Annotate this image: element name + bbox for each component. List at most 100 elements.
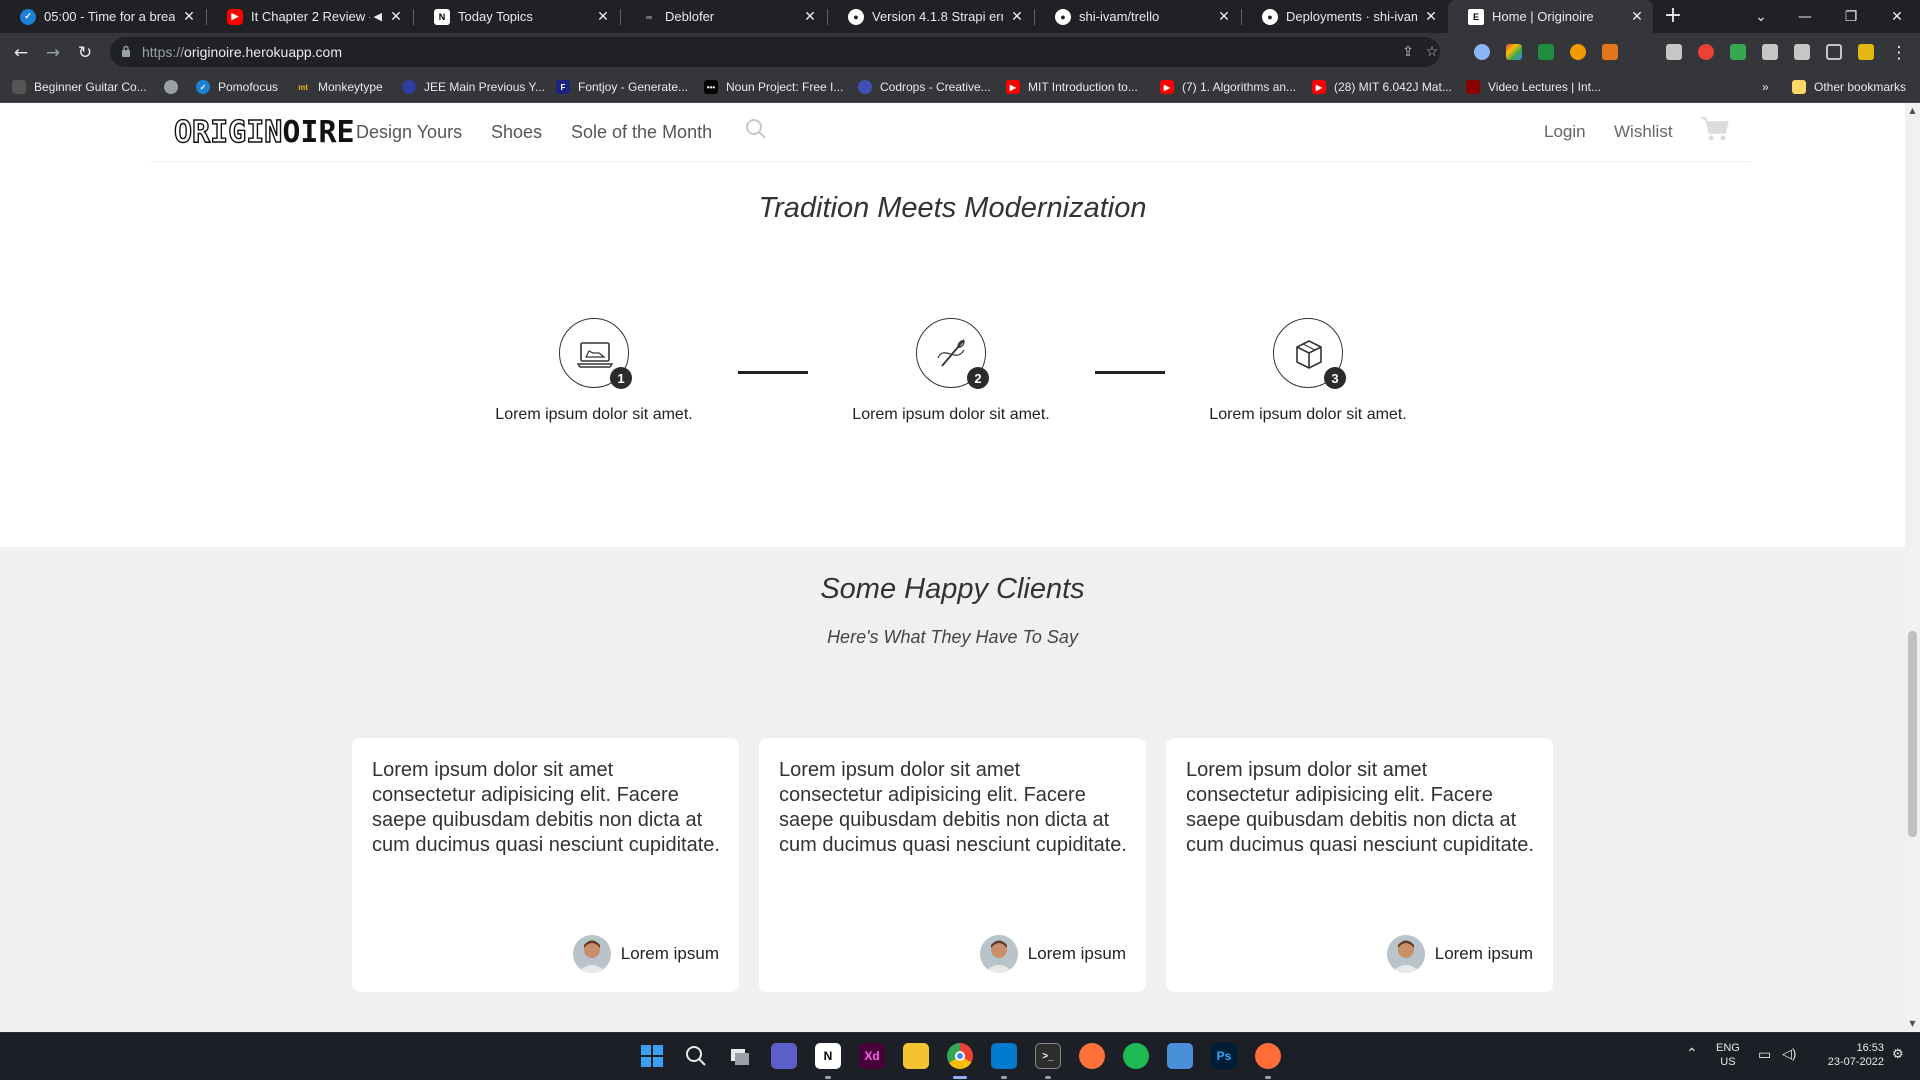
nav-design-yours[interactable]: Design Yours (356, 122, 462, 143)
task-view-icon[interactable] (727, 1043, 753, 1069)
notifications-icon[interactable]: ⚙ (1892, 1047, 1904, 1061)
noun-project-icon: ••• (704, 80, 718, 94)
close-window-icon[interactable]: ✕ (1874, 0, 1920, 33)
tab-originoire-home[interactable]: E Home | Originoire ✕ (1448, 0, 1653, 33)
close-icon[interactable]: ✕ (1629, 8, 1645, 25)
language-indicator[interactable]: ENG US (1716, 1041, 1740, 1069)
nav-shoes[interactable]: Shoes (491, 122, 542, 143)
url-text: https://originoire.herokuapp.com (142, 44, 342, 60)
youtube-icon: ▶ (1312, 80, 1326, 94)
scroll-up-icon[interactable]: ▲ (1908, 106, 1917, 116)
extension-tuner-icon[interactable] (1666, 44, 1682, 60)
tab-deblofer[interactable]: ∞ Deblofer ✕ (621, 0, 826, 33)
speaker-icon[interactable]: ◀︎ (374, 10, 382, 23)
minimize-icon[interactable]: — (1782, 0, 1828, 33)
cart-icon[interactable] (1700, 115, 1730, 143)
step-2-text: Lorem ipsum dolor sit amet. (852, 406, 1050, 423)
close-icon[interactable]: ✕ (1216, 8, 1232, 25)
forward-arrow-icon[interactable]: → (40, 40, 66, 66)
postman-icon[interactable] (1255, 1043, 1281, 1069)
volume-icon[interactable]: ◁) (1782, 1047, 1796, 1061)
file-explorer-icon[interactable] (903, 1043, 929, 1069)
extension-colorpick-icon[interactable] (1506, 44, 1522, 60)
tab-search-chevron-icon[interactable]: ⌄ (1738, 0, 1784, 33)
bookmark-item[interactable]: ✓ Pomofocus (196, 78, 278, 96)
tab-today-topics[interactable]: N Today Topics ✕ (414, 0, 619, 33)
photoshop-icon[interactable]: Ps (1211, 1043, 1237, 1069)
close-icon[interactable]: ✕ (181, 8, 197, 25)
share-icon[interactable]: ⇪ (1400, 44, 1416, 60)
bookmark-item[interactable]: mt Monkeytype (296, 78, 383, 96)
reading-list-icon[interactable] (1794, 44, 1810, 60)
bookmark-item[interactable]: Video Lectures | Int... (1466, 78, 1601, 96)
avatar (1386, 935, 1425, 973)
extensions-puzzle-icon[interactable] (1762, 44, 1778, 60)
scroll-down-icon[interactable]: ▼ (1908, 1019, 1917, 1029)
extension-sheets-icon[interactable] (1538, 44, 1554, 60)
bookmark-item[interactable]: ▶ MIT Introduction to... (1006, 78, 1138, 96)
tray-overflow-chevron-icon[interactable]: ⌃ (1686, 1046, 1698, 1060)
windows-start-icon[interactable] (639, 1043, 665, 1069)
bookmark-item[interactable]: ▶ (28) MIT 6.042J Mat... (1312, 78, 1452, 96)
extension-react-icon[interactable] (1474, 44, 1490, 60)
scrollbar-thumb[interactable] (1908, 631, 1917, 837)
extension-record-icon[interactable] (1698, 44, 1714, 60)
other-bookmarks-folder[interactable]: Other bookmarks (1792, 78, 1906, 96)
extension-battery-icon[interactable] (1858, 44, 1874, 60)
browser-menu-icon[interactable]: ⋮ (1886, 40, 1912, 66)
tab-youtube-review[interactable]: ▶ It Chapter 2 Review - S ◀︎ ✕ (207, 0, 412, 33)
login-link[interactable]: Login (1544, 122, 1586, 142)
bookmark-star-icon[interactable]: ☆ (1424, 44, 1440, 60)
close-icon[interactable]: ✕ (802, 8, 818, 25)
tab-deployments[interactable]: ● Deployments · shi-ivam/tr ✕ (1242, 0, 1447, 33)
terminal-icon[interactable]: >_ (1035, 1043, 1061, 1069)
chrome-icon[interactable] (947, 1043, 973, 1069)
page-viewport: ORIGINOIRE Design Yours Shoes Sole of th… (0, 103, 1905, 1032)
page-scrollbar[interactable]: ▲ ▼ (1905, 103, 1920, 1032)
bookmark-item[interactable] (164, 78, 186, 96)
photos-icon[interactable] (1167, 1043, 1193, 1069)
clock[interactable]: 16:53 23-07-2022 (1812, 1041, 1884, 1069)
search-icon[interactable] (745, 118, 767, 140)
back-arrow-icon[interactable]: ← (8, 40, 34, 66)
search-icon[interactable] (683, 1043, 709, 1069)
notion-icon[interactable]: N (815, 1043, 841, 1069)
bookmark-item[interactable]: ••• Noun Project: Free I... (704, 78, 843, 96)
vscode-icon[interactable] (991, 1043, 1017, 1069)
testimonial-author-name: Lorem ipsum (1434, 944, 1533, 963)
teams-chat-icon[interactable] (771, 1043, 797, 1069)
clock-time: 16:53 (1856, 1042, 1884, 1054)
close-icon[interactable]: ✕ (595, 8, 611, 25)
firefox-icon[interactable] (1079, 1043, 1105, 1069)
testimonial-quote: Lorem ipsum dolor sit amet consectetur a… (779, 759, 1127, 856)
adobe-xd-icon[interactable]: Xd (859, 1043, 885, 1069)
spotify-icon[interactable] (1123, 1043, 1149, 1069)
restore-icon[interactable]: ❐ (1828, 0, 1874, 33)
guitar-icon (12, 80, 26, 94)
close-icon[interactable]: ✕ (1009, 8, 1025, 25)
network-icon[interactable]: ▭ (1758, 1047, 1771, 1061)
reload-icon[interactable]: ↻ (72, 40, 98, 66)
nav-sole-of-the-month[interactable]: Sole of the Month (571, 122, 712, 143)
tab-title: Deblofer (665, 9, 715, 24)
new-tab-button[interactable]: + (1660, 4, 1686, 30)
bookmark-item[interactable]: ▶ (7) 1. Algorithms an... (1160, 78, 1296, 96)
side-panel-icon[interactable] (1826, 44, 1842, 60)
extension-orange-icon[interactable] (1570, 44, 1586, 60)
bookmark-item[interactable]: JEE Main Previous Y... (402, 78, 545, 96)
bookmark-item[interactable]: Beginner Guitar Co... (12, 78, 147, 96)
bookmarks-overflow-button[interactable]: » (1762, 78, 1769, 96)
bookmark-item[interactable]: Codrops - Creative... (858, 78, 991, 96)
tab-pomofocus[interactable]: ✓ 05:00 - Time for a break! ✕ (0, 0, 205, 33)
extension-flag-icon[interactable] (1730, 44, 1746, 60)
close-icon[interactable]: ✕ (388, 8, 404, 25)
close-icon[interactable]: ✕ (1423, 8, 1439, 25)
tab-trello-repo[interactable]: ● shi-ivam/trello ✕ (1035, 0, 1240, 33)
wishlist-link[interactable]: Wishlist (1614, 122, 1673, 142)
site-logo[interactable]: ORIGINOIRE (173, 116, 354, 149)
bookmark-item[interactable]: F Fontjoy - Generate... (556, 78, 688, 96)
address-bar[interactable]: https://originoire.herokuapp.com ⇪ ☆ (110, 37, 1440, 67)
language-code: ENG (1716, 1042, 1740, 1054)
tab-strapi-issue[interactable]: ● Version 4.1.8 Strapi error i ✕ (828, 0, 1033, 33)
metamask-icon[interactable] (1602, 44, 1618, 60)
